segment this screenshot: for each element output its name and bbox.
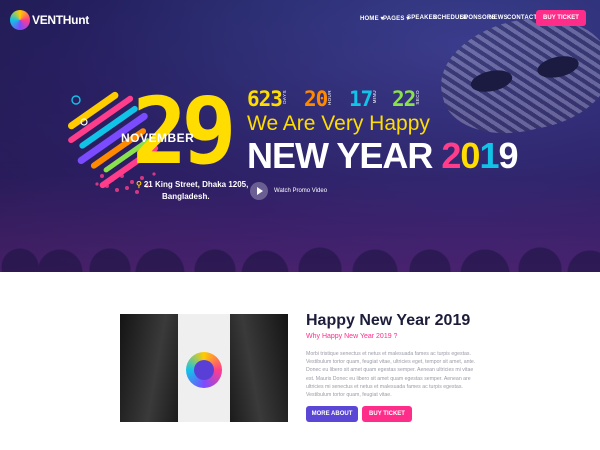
year-digit: 1: [479, 135, 499, 176]
countdown-days: 623 DAYS: [247, 87, 287, 114]
countdown-days-unit: DAYS: [282, 90, 287, 104]
countdown-minutes-value: 17: [349, 87, 373, 111]
address-line-1: 21 King Street, Dhaka 1205,: [143, 180, 249, 189]
logo-text: VENTHunt: [32, 13, 89, 27]
new-year-text: NEW YEAR: [247, 135, 433, 176]
nav-item-contact[interactable]: CONTACT: [507, 15, 537, 21]
countdown-hours-value: 20: [304, 87, 328, 111]
nav-item-pages[interactable]: PAGES ▾: [383, 15, 410, 22]
countdown-hours-unit: HOUR: [327, 90, 332, 106]
jacket-right: [230, 314, 288, 422]
year-digit: 2: [441, 135, 461, 176]
nav-item-news[interactable]: NEWS: [489, 15, 508, 21]
logo-icon: [10, 10, 30, 30]
address-line-2: Bangladesh.: [162, 192, 210, 201]
tshirt-logo-graphic: [186, 352, 222, 388]
nav-item-home[interactable]: HOME ▾: [360, 15, 384, 22]
buy-ticket-button-secondary[interactable]: BUY TICKET: [362, 406, 412, 422]
buy-ticket-button[interactable]: BUY TICKET: [536, 10, 586, 26]
jacket-left: [120, 314, 178, 422]
more-about-button[interactable]: MORE ABOUT: [306, 406, 358, 422]
countdown-minutes-unit: MINU: [372, 90, 377, 104]
countdown-seconds-value: 22: [392, 87, 416, 111]
site-logo[interactable]: VENTHunt: [10, 9, 89, 31]
year-digit: 9: [498, 135, 518, 176]
about-body-text: Morbi tristique senectus et netus et mal…: [306, 351, 476, 399]
hero-section: VENTHunt HOME ▾ PAGES ▾ SPEAKER SCHEDULE…: [0, 0, 600, 272]
event-address: ⚲ 21 King Street, Dhaka 1205, Bangladesh.: [136, 179, 258, 203]
tshirt-photo: [120, 314, 288, 422]
hero-new-year-title: NEW YEAR 2019: [247, 135, 519, 177]
year-digit: 0: [460, 135, 480, 176]
location-pin-icon: ⚲: [136, 180, 142, 189]
hero-headline: We Are Very Happy: [247, 112, 430, 135]
promo-video-link[interactable]: Watch Promo Video: [250, 182, 327, 200]
event-date-month: NOVEMBER: [121, 131, 195, 145]
mask-eye-right: [535, 52, 581, 82]
countdown-minutes: 17 MINU: [349, 87, 377, 114]
promo-video-label: Watch Promo Video: [274, 188, 328, 194]
about-subtitle: Why Happy New Year 2019 ?: [306, 333, 398, 340]
play-icon[interactable]: [250, 182, 268, 200]
countdown-seconds-unit: SECO: [415, 90, 420, 105]
mask-eye-left: [468, 66, 515, 96]
countdown-seconds: 22 SECO: [392, 87, 420, 114]
about-title: Happy New Year 2019: [306, 312, 471, 329]
countdown-days-value: 623: [247, 87, 283, 111]
countdown-hours: 20 HOUR: [304, 87, 332, 114]
